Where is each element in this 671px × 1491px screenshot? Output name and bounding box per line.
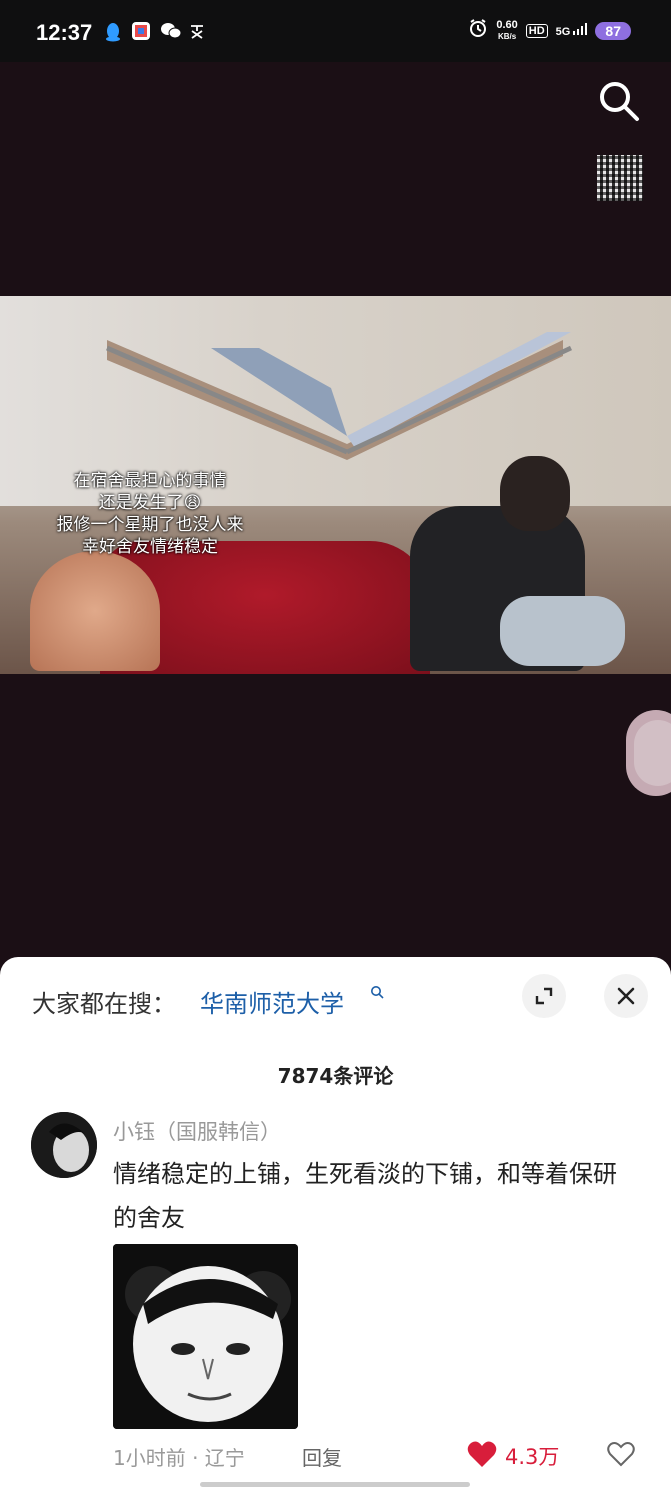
- qq-icon: [104, 22, 122, 42]
- avatar[interactable]: [31, 1112, 97, 1178]
- battery-indicator: 87: [595, 21, 631, 40]
- comment-text[interactable]: 情绪稳定的上铺，生死看淡的下铺，和等着保研的舍友: [113, 1152, 633, 1240]
- notification-icons: [104, 22, 206, 42]
- status-time: 12:37: [36, 20, 93, 45]
- head: [500, 456, 570, 531]
- subtitle-line: 在宿舍最担心的事情: [73, 471, 227, 491]
- floating-button[interactable]: [626, 710, 671, 796]
- subtitle-line: 幸好舍友情绪稳定: [82, 537, 218, 557]
- subtitle-line: 报修一个星期了也没人来: [56, 515, 244, 535]
- collapsed-bunk: [106, 332, 573, 460]
- comment-meta: 1小时前 · 辽宁: [113, 1446, 245, 1470]
- expand-icon: [535, 987, 553, 1005]
- search-icon: [600, 82, 639, 121]
- pinyin-icon: [188, 22, 206, 40]
- net-speed: 0.60 KB/s: [496, 18, 518, 41]
- trending-search-link[interactable]: 华南师范大学: [200, 984, 344, 1019]
- search-icon: [371, 986, 384, 999]
- trending-label: 大家都在搜：: [32, 990, 176, 1018]
- app-icon: [132, 22, 150, 40]
- dislike-icon[interactable]: [606, 1440, 636, 1468]
- comment-count: 7874条评论: [277, 1064, 394, 1088]
- person-lower-bunk: [30, 551, 160, 671]
- system-status: 0.60 KB/s HD 5G 87: [468, 18, 631, 43]
- signal-indicator: 5G: [556, 23, 588, 38]
- status-bar: 12:37 0.60 KB/s HD 5G 87: [0, 0, 671, 62]
- reply-button[interactable]: 回复: [302, 1442, 342, 1471]
- like-count: 4.3万: [505, 1445, 560, 1469]
- search-button[interactable]: [596, 78, 642, 124]
- comment-username[interactable]: 小钰（国服韩信）: [113, 1116, 281, 1146]
- expand-button[interactable]: [522, 974, 566, 1018]
- comment-sticker-image[interactable]: [113, 1244, 298, 1429]
- alarm-icon: [468, 18, 488, 43]
- close-button[interactable]: [604, 974, 648, 1018]
- hd-badge: HD: [525, 23, 548, 38]
- video-subtitle: 在宿舍最担心的事情 还是发生了😩 报修一个星期了也没人来 幸好舍友情绪稳定: [20, 470, 280, 558]
- person-sitting: [410, 456, 625, 671]
- jeans: [500, 596, 625, 666]
- subtitle-line: 还是发生了😩: [98, 493, 202, 513]
- close-icon: [617, 987, 635, 1005]
- wechat-icon: [160, 22, 182, 40]
- qr-code-icon[interactable]: [597, 155, 643, 201]
- home-indicator[interactable]: [200, 1482, 470, 1487]
- heart-icon[interactable]: [467, 1440, 497, 1468]
